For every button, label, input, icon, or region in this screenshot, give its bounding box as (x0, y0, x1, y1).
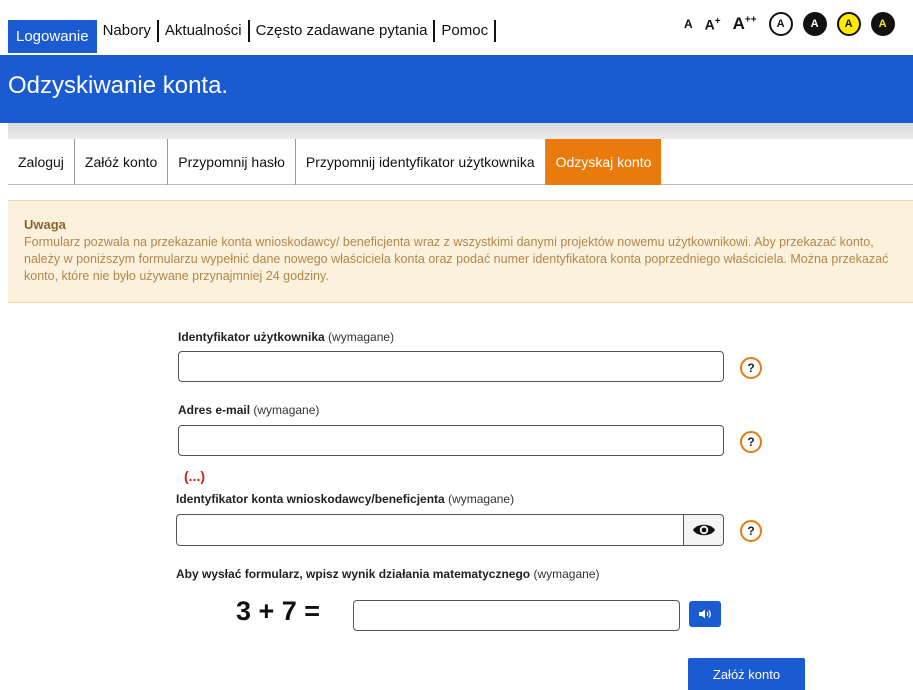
accessibility-controls: A A+ A++ A A A A (684, 12, 905, 36)
font-size-normal[interactable]: A (684, 17, 693, 31)
tab-zaloz-konto[interactable]: Załóż konto (75, 139, 169, 185)
contrast-black-yellow-button[interactable]: A (870, 12, 895, 36)
speaker-icon (699, 609, 711, 619)
notice-title: Uwaga (24, 217, 66, 232)
contrast-yellow-button[interactable]: A (836, 12, 861, 36)
account-id-label: Identyfikator konta wnioskodawcy/benefic… (176, 492, 515, 506)
top-navigation: Logowanie Nabory Aktualności Często zada… (0, 0, 913, 55)
nav-aktualnosci[interactable]: Aktualności (159, 20, 250, 42)
user-id-help-icon[interactable]: ? (740, 357, 762, 379)
captcha-expression: 3 + 7 = (236, 596, 321, 626)
submit-button[interactable]: Załóż konto (688, 658, 805, 690)
font-size-largest[interactable]: A++ (733, 14, 757, 34)
nav-pomoc[interactable]: Pomoc (435, 20, 497, 42)
warning-notice: Uwaga Formularz pozwala na przekazanie k… (8, 200, 913, 303)
tab-zaloguj[interactable]: Zaloguj (8, 139, 75, 185)
captcha-input[interactable] (353, 600, 680, 631)
page-title: Odzyskiwanie konta. (8, 72, 229, 99)
banner-shadow (8, 123, 913, 139)
nav-logowanie[interactable]: Logowanie (8, 20, 97, 53)
tab-przypomnij-haslo[interactable]: Przypomnij hasło (168, 139, 296, 185)
captcha-label: Aby wysłać formularz, wpisz wynik działa… (176, 567, 600, 581)
user-id-label: Identyfikator użytkownika (wymagane) (178, 330, 395, 344)
top-nav-links: Logowanie Nabory Aktualności Często zada… (8, 17, 497, 53)
notice-body: Formularz pozwala na przekazanie konta w… (24, 235, 889, 283)
eye-icon (692, 524, 715, 536)
audio-captcha-button[interactable] (689, 601, 721, 627)
nav-faq[interactable]: Często zadawane pytania (250, 20, 436, 42)
clip-edge (0, 462, 8, 690)
email-input[interactable] (178, 425, 724, 456)
email-label: Adres e-mail (wymagane) (178, 403, 320, 417)
tab-przypomnij-identyfikator[interactable]: Przypomnij identyfikator użytkownika (296, 139, 546, 185)
account-id-input[interactable] (176, 514, 724, 546)
show-password-button[interactable] (683, 515, 723, 545)
tab-odzyskaj-konto[interactable]: Odzyskaj konto (545, 139, 662, 185)
email-help-icon[interactable]: ? (740, 431, 762, 453)
contrast-default-button[interactable]: A (768, 12, 793, 36)
omitted-fields-marker: (...) (184, 468, 205, 484)
font-size-larger[interactable]: A+ (705, 16, 721, 33)
account-tabs: Zaloguj Załóż konto Przypomnij hasło Prz… (8, 139, 913, 185)
nav-nabory[interactable]: Nabory (97, 20, 159, 42)
contrast-dark-button[interactable]: A (802, 12, 827, 36)
page-banner: Odzyskiwanie konta. (0, 55, 913, 123)
account-id-help-icon[interactable]: ? (740, 520, 762, 542)
user-id-input[interactable] (178, 351, 724, 382)
